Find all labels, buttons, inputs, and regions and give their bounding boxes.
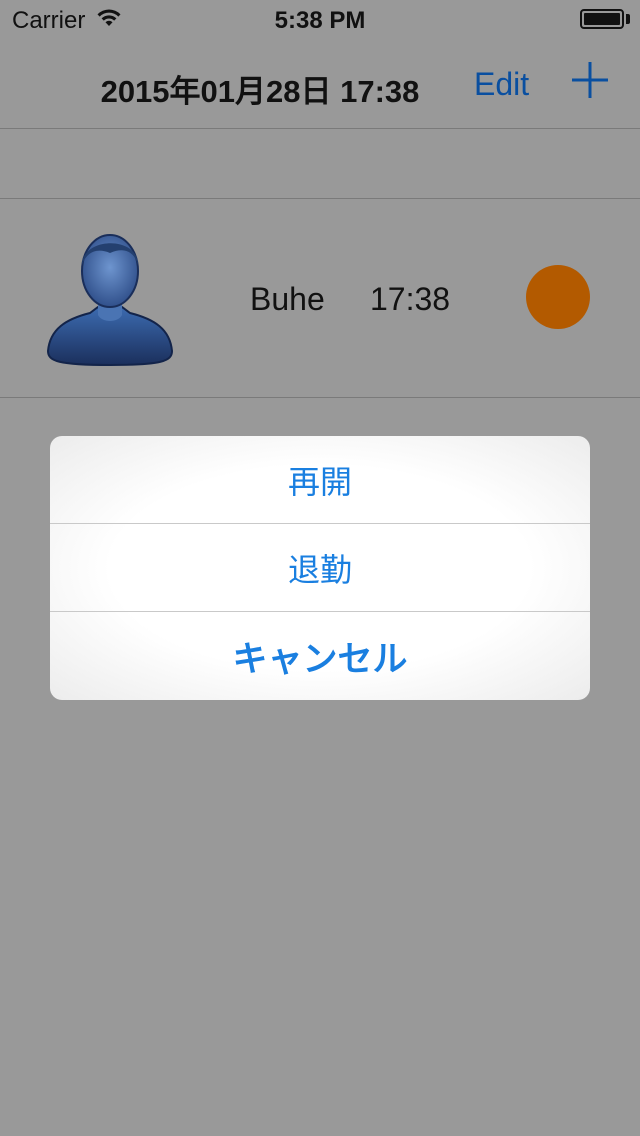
add-button[interactable] [570,60,610,100]
cancel-button[interactable]: キャンセル [50,612,590,700]
person-time: 17:38 [370,281,451,317]
person-name: Buhe [250,281,325,317]
status-indicator [526,265,590,329]
page-title: 2015年01月28日 17:38 [100,74,420,109]
resume-button[interactable]: 再開 [50,436,590,524]
navigation-bar: 2015年01月28日 17:38 Edit [0,40,640,129]
clock-out-button[interactable]: 退勤 [50,524,590,612]
status-time: 5:38 PM [274,7,366,34]
edit-button[interactable]: Edit [474,66,529,103]
empty-list-row [0,129,640,199]
battery-tip [626,14,630,24]
action-sheet: 再開 退勤 キャンセル [50,436,590,700]
status-bar: Carrier 5:38 PM [0,0,640,40]
person-avatar-icon [44,229,176,369]
plus-icon [572,62,608,98]
battery-icon [580,9,624,29]
table-row[interactable]: Buhe 17:38 [0,199,640,398]
